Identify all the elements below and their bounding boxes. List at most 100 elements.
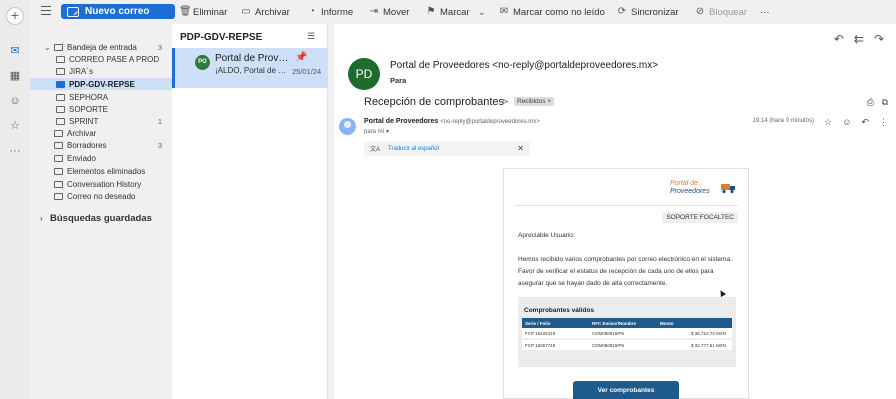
sender-address: Portal de Proveedores <no-reply@portalde… (390, 60, 659, 71)
list-title: PDP-GDV-REPSE (180, 32, 263, 43)
emoji-icon[interactable]: ☺ (842, 117, 851, 128)
compose-icon (67, 6, 79, 17)
avatar: PO (195, 55, 210, 70)
inbox-icon (54, 43, 63, 51)
email-card: Portal de Proveedores SOPORTE FOCALTEC A… (503, 168, 749, 399)
move-button[interactable]: ⇥ Mover (369, 6, 410, 18)
mail-icon[interactable]: ✉ (8, 45, 22, 57)
avatar (339, 118, 356, 135)
more-vert-icon[interactable]: ⋮ (879, 117, 888, 128)
folder-pdp-gdv-repse[interactable]: PDP-GDV-REPSE (30, 78, 172, 90)
folder-icon (56, 80, 65, 88)
close-icon[interactable]: ✕ (517, 144, 524, 153)
draft-icon (54, 141, 63, 149)
saved-searches[interactable]: › Búsquedas guardadas (30, 212, 172, 224)
message-preview: ¡ALDO, Portal de Provee... (215, 66, 287, 75)
mark-unread-button[interactable]: ✉ Marcar como no leído (499, 6, 605, 18)
folder-jiras[interactable]: JIRA´s (30, 65, 172, 77)
translate-bar: 文A Traducir al español ✕ (364, 141, 530, 156)
people-icon[interactable]: ☺ (8, 95, 22, 107)
folder-soporte[interactable]: SOPORTE (30, 103, 172, 115)
table-row: FCP 16425418 CDM060815IP6 $ 36,710.74 MX… (522, 328, 732, 339)
reply-all-icon[interactable]: ⇇ (854, 32, 864, 46)
folder-correo-pase-a-prod[interactable]: CORREO PASE A PROD (30, 53, 172, 65)
folder-sephora[interactable]: SEPHORA (30, 91, 172, 103)
more-apps-icon[interactable]: ··· (8, 145, 22, 157)
inbox-label-badge[interactable]: Recibidos × (514, 97, 555, 106)
folder-sprint[interactable]: SPRINT 1 (30, 115, 172, 127)
sync-button[interactable]: ⟳ Sincronizar (617, 6, 679, 18)
folder-icon (54, 180, 63, 188)
filter-icon[interactable]: ☰ (307, 32, 317, 41)
reply-actions: ↶ ⇇ ↷ (834, 32, 884, 46)
truck-icon (721, 184, 735, 194)
chevron-down-icon[interactable]: ⌄ (44, 43, 52, 52)
list-item[interactable]: PO Portal de Proveedores 📌 ¡ALDO, Portal… (172, 48, 328, 88)
delete-button[interactable]: 🗑 Eliminar (179, 6, 227, 18)
reply-icon[interactable]: ↶ (861, 117, 869, 128)
star-icon[interactable]: ☆ (824, 117, 832, 128)
folder-borradores[interactable]: Borradores 3 (30, 139, 172, 151)
folder-icon (56, 105, 65, 113)
reply-icon[interactable]: ↶ (834, 32, 844, 46)
folder-icon (56, 55, 65, 63)
folder-archivar[interactable]: Archivar (30, 127, 172, 139)
message-list: PDP-GDV-REPSE ☰ PO Portal de Proveedores… (172, 24, 328, 399)
email-actions: ☆ ☺ ↶ ⋮ (824, 117, 888, 128)
junk-icon (54, 192, 63, 200)
vouchers-table: Comprobantes válidos Serie / Folio RFC E… (518, 297, 736, 367)
archive-icon: ▭ (241, 6, 251, 17)
folder-inbox[interactable]: ⌄ Bandeja de entrada 3 (30, 41, 172, 53)
envelope-icon: ✉ (499, 6, 509, 17)
archive-icon (54, 129, 63, 137)
folder-conversation-history[interactable]: Conversation History (30, 178, 172, 190)
important-icon[interactable]: ⊳ (502, 97, 509, 106)
folder-icon (56, 117, 65, 125)
divider (514, 205, 738, 206)
translate-icon: 文A (370, 147, 381, 153)
folder-enviado[interactable]: Enviado (30, 152, 172, 164)
add-icon[interactable]: + (6, 7, 24, 25)
favorites-icon[interactable]: ☆ (8, 120, 22, 132)
folder-correo-no-deseado[interactable]: Correo no deseado (30, 190, 172, 202)
flag-icon: ⚑ (426, 6, 436, 17)
send-icon (54, 154, 63, 162)
more-options-button[interactable]: ··· (760, 6, 770, 18)
menu-icon[interactable] (41, 6, 51, 15)
block-button[interactable]: ⊘ Bloquear (695, 6, 747, 18)
forward-icon[interactable]: ↷ (874, 32, 884, 46)
print-icon[interactable]: ⎙ (867, 97, 874, 108)
folder-pane: ⌄ Bandeja de entrada 3 CORREO PASE A PROD … (30, 24, 172, 399)
portal-logo: Portal de Proveedores (670, 179, 736, 199)
flag-button[interactable]: ⚑ Marcar ⌄ (426, 6, 486, 18)
translate-link[interactable]: Traducir al español (388, 146, 439, 152)
table-title: Comprobantes válidos (524, 307, 595, 314)
greeting: Apreciable Usuario: (518, 232, 575, 239)
new-mail-button[interactable]: Nuevo correo (61, 4, 175, 19)
chevron-down-icon[interactable]: ⌄ (478, 7, 486, 18)
report-button[interactable]: ◔ Informe (307, 6, 353, 18)
trash-icon (54, 167, 63, 175)
to-label: Para (390, 76, 407, 85)
view-vouchers-button[interactable]: Ver comprobantes (573, 381, 679, 399)
move-icon: ⇥ (369, 6, 379, 17)
folder-elementos-eliminados[interactable]: Elementos eliminados (30, 165, 172, 177)
email-time: 19:14 (hace 0 minutos) (752, 118, 814, 124)
table-row: FCP 16067749 CDM060815IP6 $ 32,777.51 MX… (522, 340, 732, 351)
chevron-right-icon[interactable]: › (40, 214, 48, 223)
sync-icon: ⟳ (617, 6, 627, 17)
block-icon: ⊘ (695, 6, 705, 17)
pin-icon[interactable]: 📌 (295, 52, 307, 63)
email-subject: Recepción de comprobantes (364, 96, 505, 108)
email-recipient[interactable]: para mí ▾ (364, 128, 389, 135)
message-sender: Portal de Proveedores (215, 53, 291, 64)
calendar-icon[interactable]: ▦ (8, 70, 22, 82)
message-date: 25/01/24 (292, 67, 322, 76)
table-header: Serie / Folio RFC Emisor/Nombre Monto (522, 318, 732, 328)
open-new-window-icon[interactable]: ⧉ (882, 97, 888, 108)
trash-icon: 🗑 (179, 6, 192, 17)
app-rail: + ✉ ▦ ☺ ☆ ··· (0, 0, 30, 399)
support-tag: SOPORTE FOCALTEC (662, 212, 738, 223)
email-sender: Portal de Proveedores <no-reply@portalde… (364, 118, 540, 125)
archive-button[interactable]: ▭ Archivar (241, 6, 290, 18)
